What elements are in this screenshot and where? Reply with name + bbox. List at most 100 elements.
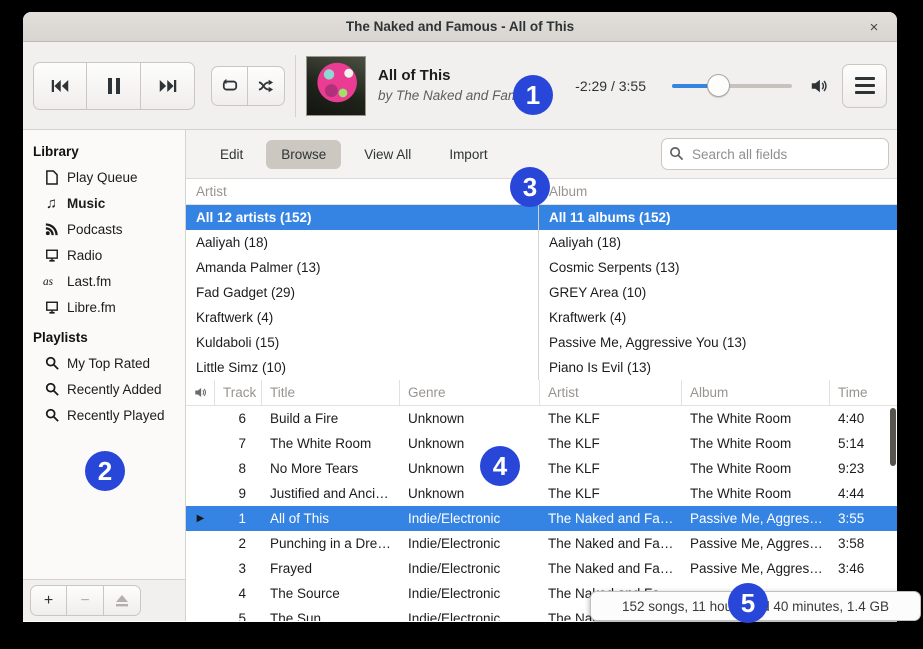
repeat-button[interactable] [211, 66, 248, 106]
sidebar-item-podcasts[interactable]: Podcasts [23, 216, 185, 242]
svg-text:as: as [43, 276, 54, 287]
sidebar: Library Play Queue ♫ Music Podcasts [23, 130, 186, 621]
tracklist-scrollbar[interactable] [890, 408, 896, 466]
eject-icon [115, 595, 129, 607]
import-button[interactable]: Import [434, 140, 502, 169]
volume-slider[interactable] [672, 84, 792, 88]
close-button[interactable]: × [861, 12, 887, 42]
sidebar-item-my-top-rated[interactable]: My Top Rated [23, 350, 185, 376]
artist-column-header[interactable]: Artist [186, 179, 538, 205]
playback-button-group [33, 62, 195, 110]
previous-icon [51, 78, 69, 94]
track-row[interactable]: 7 The White Room Unknown The KLF The Whi… [186, 431, 897, 456]
album-column-header[interactable]: Album [539, 179, 897, 205]
album-row[interactable]: Kraftwerk (4) [539, 305, 897, 330]
hamburger-icon [855, 77, 875, 80]
sidebar-item-radio[interactable]: Radio [23, 242, 185, 268]
eject-button[interactable] [104, 585, 141, 616]
genre-column-header[interactable]: Genre [400, 380, 540, 405]
artist-column-header[interactable]: Artist [540, 380, 682, 405]
document-icon [43, 170, 60, 185]
view-all-button[interactable]: View All [349, 140, 426, 169]
time-column-header[interactable]: Time [830, 380, 897, 405]
previous-button[interactable] [33, 62, 87, 110]
speaker-icon [194, 386, 207, 399]
volume-track[interactable] [672, 84, 792, 88]
sidebar-item-recently-played[interactable]: Recently Played [23, 402, 185, 428]
annotation-badge-1: 1 [513, 75, 553, 115]
player-toolbar: All of This by The Naked and Famous -2:2… [23, 42, 897, 130]
window-title: The Naked and Famous - All of This [346, 19, 574, 34]
speaker-icon[interactable] [810, 77, 828, 95]
radio-icon [43, 248, 60, 263]
album-art [306, 56, 366, 116]
album-row[interactable]: Piano Is Evil (13) [539, 355, 897, 380]
album-pane: Album All 11 albums (152) Aaliyah (18) C… [539, 179, 897, 380]
app-menu-button[interactable] [842, 64, 887, 108]
track-row[interactable]: 3 Frayed Indie/Electronic The Naked and … [186, 556, 897, 581]
sidebar-item-music[interactable]: ♫ Music [23, 190, 185, 216]
album-column-header[interactable]: Album [682, 380, 830, 405]
sidebar-item-lastfm[interactable]: as Last.fm [23, 268, 185, 294]
track-column-header[interactable]: Track [215, 380, 262, 405]
content-area: Edit Browse View All Import Artist [186, 130, 897, 621]
artist-row[interactable]: Kraftwerk (4) [186, 305, 538, 330]
playback-time[interactable]: -2:29 / 3:55 [575, 78, 646, 94]
annotation-badge-4: 4 [480, 446, 520, 486]
main-area: Library Play Queue ♫ Music Podcasts [23, 130, 897, 621]
track-row-selected[interactable]: ▶ 1 All of This Indie/Electronic The Nak… [186, 506, 897, 531]
track-row[interactable]: 9 Justified and Anci… Unknown The KLF Th… [186, 481, 897, 506]
lastfm-icon: as [43, 275, 60, 287]
annotation-badge-5: 5 [728, 583, 768, 623]
artist-album-browser: Artist All 12 artists (152) Aaliyah (18)… [186, 178, 897, 380]
now-playing-icon: ▶ [197, 506, 205, 531]
album-row[interactable]: Passive Me, Aggressive You (13) [539, 330, 897, 355]
artist-row[interactable]: Kuldaboli (15) [186, 330, 538, 355]
album-row[interactable]: GREY Area (10) [539, 280, 897, 305]
browse-button[interactable]: Browse [266, 140, 341, 169]
album-row[interactable]: Aaliyah (18) [539, 230, 897, 255]
next-icon [159, 78, 177, 94]
magnifier-icon [43, 408, 60, 422]
annotation-badge-3: 3 [510, 167, 550, 207]
artist-pane: Artist All 12 artists (152) Aaliyah (18)… [186, 179, 539, 380]
magnifier-icon [43, 356, 60, 370]
rhythmbox-window: The Naked and Famous - All of This × [23, 12, 897, 622]
library-header: Library [23, 138, 185, 164]
annotation-badge-2: 2 [85, 451, 125, 491]
sidebar-item-librefm[interactable]: Libre.fm [23, 294, 185, 320]
artist-row[interactable]: Little Simz (10) [186, 355, 538, 380]
remove-playlist-button[interactable]: − [67, 585, 104, 616]
artist-row[interactable]: Fad Gadget (29) [186, 280, 538, 305]
sidebar-item-recently-added[interactable]: Recently Added [23, 376, 185, 402]
search-input[interactable] [661, 138, 889, 170]
track-list-header: Track Title Genre Artist Album Time [186, 380, 897, 406]
track-row[interactable]: 6 Build a Fire Unknown The KLF The White… [186, 406, 897, 431]
sidebar-item-play-queue[interactable]: Play Queue [23, 164, 185, 190]
artist-row[interactable]: Amanda Palmer (13) [186, 255, 538, 280]
magnifier-icon [43, 382, 60, 396]
rss-icon [43, 222, 60, 236]
pause-button[interactable] [87, 62, 141, 110]
title-column-header[interactable]: Title [262, 380, 400, 405]
playing-column-header[interactable] [186, 380, 215, 405]
artist-row[interactable]: All 12 artists (152) [186, 205, 538, 230]
next-button[interactable] [141, 62, 195, 110]
titlebar[interactable]: The Naked and Famous - All of This × [23, 12, 897, 42]
search-icon [669, 146, 684, 161]
track-row[interactable]: 2 Punching in a Dre… Indie/Electronic Th… [186, 531, 897, 556]
radio-icon [43, 300, 60, 315]
album-row[interactable]: Cosmic Serpents (13) [539, 255, 897, 280]
screenshot-canvas: The Naked and Famous - All of This × [0, 0, 923, 649]
volume-knob[interactable] [707, 74, 730, 97]
album-row[interactable]: All 11 albums (152) [539, 205, 897, 230]
artist-row[interactable]: Aaliyah (18) [186, 230, 538, 255]
music-note-icon: ♫ [43, 196, 60, 211]
pause-icon [107, 78, 121, 94]
shuffle-icon [257, 78, 275, 94]
track-row[interactable]: 8 No More Tears Unknown The KLF The Whit… [186, 456, 897, 481]
add-playlist-button[interactable]: + [30, 585, 67, 616]
repeat-icon [221, 78, 239, 94]
edit-button[interactable]: Edit [205, 140, 258, 169]
shuffle-button[interactable] [248, 66, 285, 106]
